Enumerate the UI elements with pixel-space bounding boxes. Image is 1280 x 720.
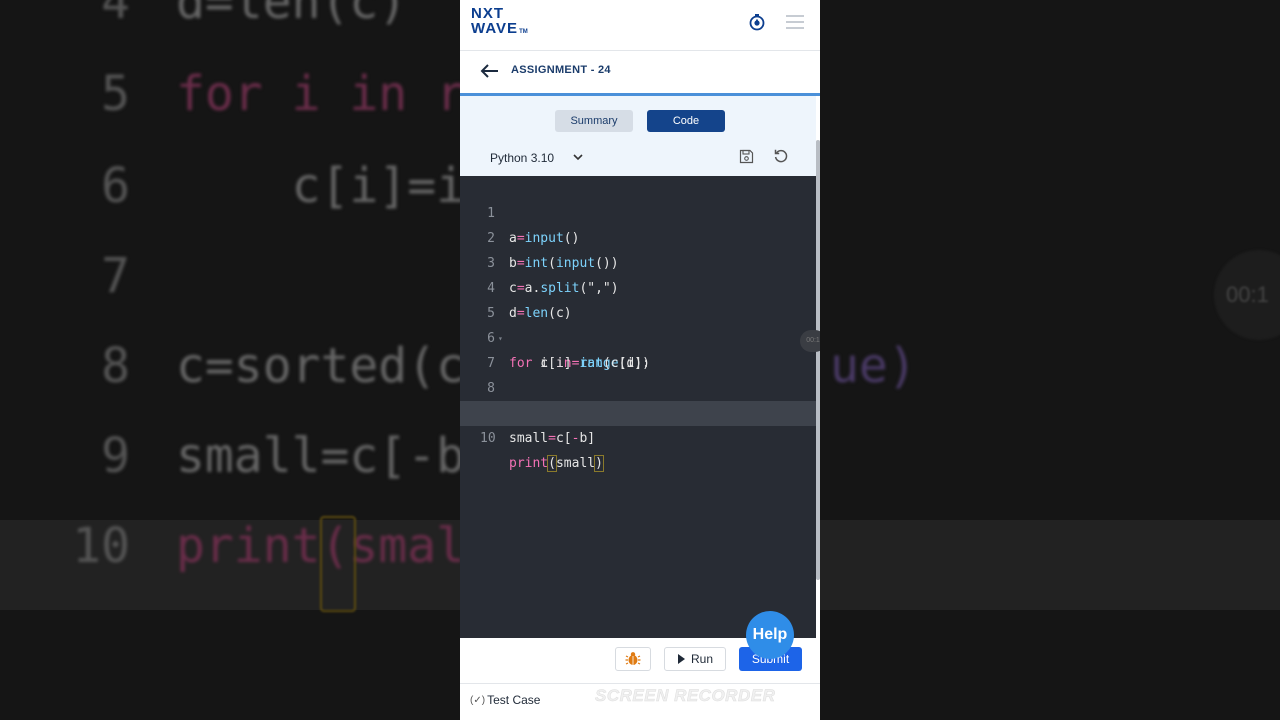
code-line[interactable]: 8 c=sorted(c,reverse=True) xyxy=(460,351,816,421)
code-line[interactable]: 5 ▾ for i in range(d): xyxy=(460,276,816,371)
code-line[interactable]: 6 c[i]=int(c[i]) xyxy=(460,301,816,371)
tab-code[interactable]: Code xyxy=(647,110,725,132)
editor-scrollbar[interactable] xyxy=(816,140,820,580)
reset-icon[interactable] xyxy=(773,148,789,164)
code-line[interactable]: 2 b=int(input()) xyxy=(460,201,816,271)
save-icon[interactable] xyxy=(739,149,754,164)
background-bracket-highlight xyxy=(320,516,356,612)
debug-button[interactable] xyxy=(615,647,651,671)
assignment-header: ASSIGNMENT - 24 xyxy=(460,51,820,96)
code-line[interactable]: 9 small=c[-b] xyxy=(460,376,816,446)
test-case-toggle[interactable]: (✓) Test Case xyxy=(470,693,540,707)
code-editor[interactable]: 1 a=input() 2 b=int(input()) 3 c=a.split… xyxy=(460,176,816,638)
logo-line-2: WAVE xyxy=(471,20,519,37)
top-bar: NXT WAVETM xyxy=(460,0,820,51)
code-line[interactable]: 7 xyxy=(460,326,816,371)
background-line-tail: ue) xyxy=(830,338,917,394)
back-arrow-icon[interactable] xyxy=(480,63,500,79)
logo-trademark: TM xyxy=(519,29,528,35)
code-line[interactable]: 1 a=input() xyxy=(460,176,816,246)
language-selector[interactable]: Python 3.10 xyxy=(490,151,554,165)
checkbox-icon: (✓) xyxy=(470,694,486,706)
action-bar: Run Submit Help (✓) Test Case SCREEN REC… xyxy=(460,611,820,720)
run-button-label: Run xyxy=(691,652,714,666)
screen-recorder-watermark: SCREEN RECORDER xyxy=(595,686,776,706)
help-button[interactable]: Help xyxy=(746,611,794,659)
stopwatch-icon[interactable] xyxy=(748,13,766,31)
test-case-label: Test Case xyxy=(487,693,541,707)
bug-icon xyxy=(625,652,641,665)
floating-timer: 00:1 xyxy=(800,330,820,352)
run-button[interactable]: Run xyxy=(664,647,726,671)
play-icon xyxy=(678,654,685,664)
code-line[interactable]: 3 c=a.split(",") xyxy=(460,226,816,296)
assignment-title: ASSIGNMENT - 24 xyxy=(511,64,611,76)
nxtwave-logo[interactable]: NXT WAVETM xyxy=(471,6,528,40)
editor-header: Summary Code Python 3.10 xyxy=(460,96,816,176)
code-line-active[interactable]: 10 print(small) xyxy=(460,401,816,472)
code-line[interactable]: 4 d=len(c) xyxy=(460,251,816,321)
chevron-down-icon[interactable] xyxy=(572,152,584,162)
phone-screen: NXT WAVETM ASSIGNMENT - 24 Summary Code … xyxy=(460,0,820,720)
tab-summary[interactable]: Summary xyxy=(555,110,633,132)
hamburger-menu-icon[interactable] xyxy=(786,15,804,29)
logo-line-1: NXT xyxy=(471,5,504,22)
divider xyxy=(460,683,820,684)
